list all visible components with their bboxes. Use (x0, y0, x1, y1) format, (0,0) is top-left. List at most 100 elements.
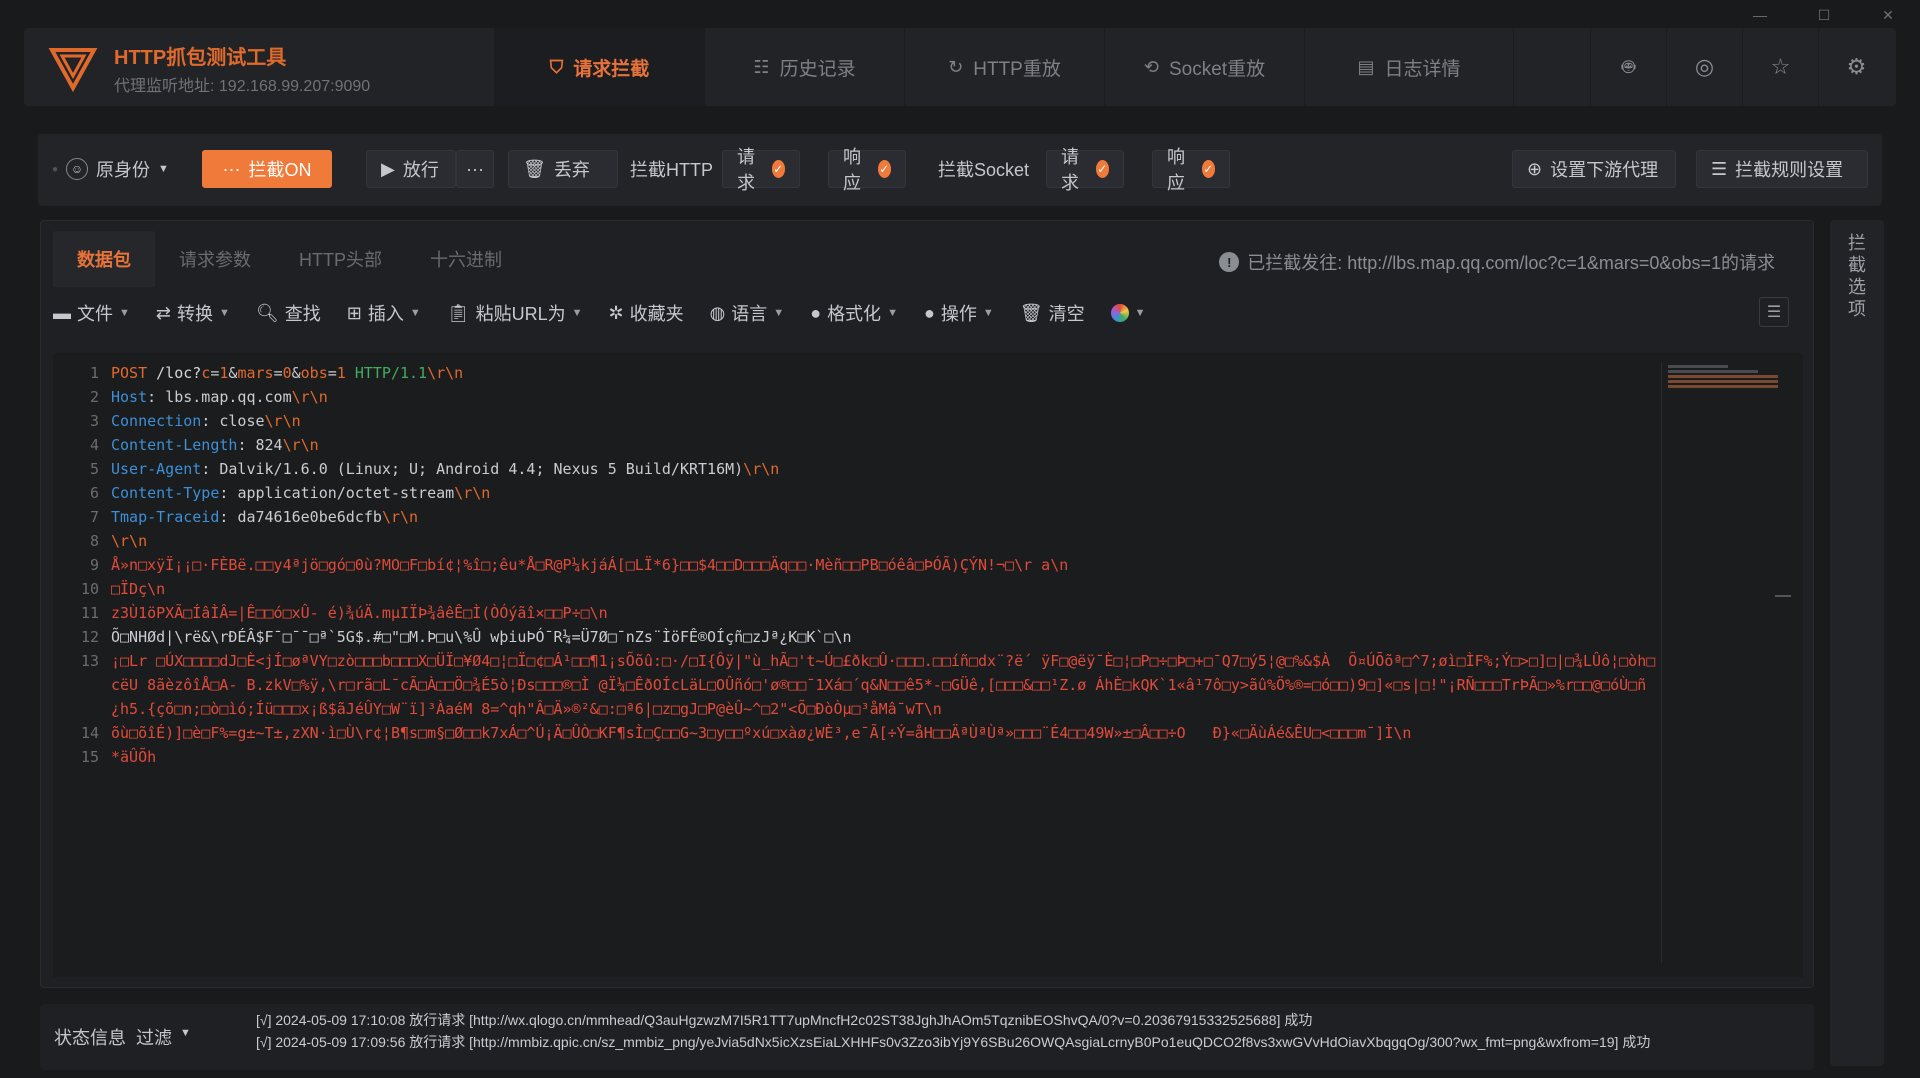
packet-panel: 数据包 请求参数 HTTP头部 十六进制 ! 已拦截发往: http://lbs… (40, 220, 1814, 988)
find-button[interactable]: 🔍︎ 查找 (256, 300, 321, 326)
insert-menu[interactable]: ⊞ 插入 ▼ (347, 300, 421, 326)
chevron-down-icon: ▼ (180, 1027, 191, 1039)
intercept-on-button[interactable]: ··· 拦截ON (202, 150, 332, 188)
file-menu[interactable]: ▬ 文件 ▼ (53, 300, 130, 326)
intercept-http-label: 拦截HTTP (630, 160, 713, 180)
tab-history[interactable]: ☷ 历史记录 (704, 28, 904, 106)
identity-select[interactable]: ● ☺ 原身份 ▼ (52, 150, 169, 188)
close-icon[interactable]: ✕ (1856, 0, 1920, 30)
code-line: 11 z3Ù1öPXÃ□ÍâÌÂ=|Ê□□ó□xÛ- é)¾úÄ.mµIÏÞ¾âê… (80, 604, 608, 622)
status-panel: 状态信息 过滤 ▼ [√] 2024-05-09 17:10:08 放行请求 [h… (40, 1004, 1814, 1070)
chevron-down-icon: ▼ (982, 307, 994, 319)
code-line: 13 ¡□Lr □ÚX□□□□dJ□È<jÍ□øªVY□zò□□□b□□□X□ÜÏ… (80, 652, 1656, 718)
convert-menu[interactable]: ⇄ 转换 ▼ (156, 300, 230, 326)
language-menu[interactable]: ◍ 语言 ▼ (710, 300, 785, 326)
code-minimap[interactable] (1661, 363, 1791, 963)
code-editor[interactable]: 1 POST /loc?c=1&mars=0&obs=1 HTTP/1.1\r\n… (53, 353, 1803, 977)
drag-dot-icon: ● (52, 163, 59, 175)
code-line: 7 Tmap-Traceid: da74616e0be6dcfb\r\n (89, 508, 419, 526)
play-icon: ▶ (381, 158, 395, 179)
paste-url-menu[interactable]: 📋︎ 粘贴URL为 ▼ (447, 300, 583, 326)
convert-icon: ⇄ (155, 302, 171, 323)
trash-icon: 🗑︎ (523, 158, 546, 179)
check-icon: ✓ (1095, 160, 1109, 178)
tab-http-replay[interactable]: ↻ HTTP重放 (904, 28, 1104, 106)
release-button[interactable]: ▶ 放行 (366, 150, 456, 188)
tab-hex[interactable]: 十六进制 (406, 231, 526, 287)
log-entry: [√] 2024-05-09 17:10:08 放行请求 [http://wx.… (256, 1012, 1313, 1028)
search-icon: 🔍︎ (255, 302, 279, 323)
operate-menu[interactable]: ● 操作 ▼ (924, 300, 994, 326)
code-line: 3 Connection: close\r\n (89, 412, 301, 430)
chevron-down-icon: ▼ (773, 307, 785, 319)
paste-icon: 📋︎ (446, 302, 470, 323)
info-icon: ! (1219, 252, 1240, 272)
http-response-toggle[interactable]: 响应 ✓ (828, 147, 906, 193)
code-line: 4 Content-Length: 824\r\n (89, 436, 319, 454)
http-request-toggle[interactable]: 请求 ✓ (722, 147, 800, 193)
tab-request-intercept[interactable]: ⛉ 请求拦截 (494, 28, 704, 106)
tab-packet[interactable]: 数据包 (53, 231, 155, 287)
code-line: 12 Õ□NHØd|\rë&\rÐÉÂ$F¯□¯¯□ª`5G$.#□"□M.Þ□u… (80, 628, 852, 646)
check-icon: ✓ (877, 160, 891, 178)
dots-icon: ··· (222, 158, 241, 179)
settings-icon[interactable]: ⚙ (1818, 28, 1894, 106)
code-line: 9 Å»n□xÿÏ¡¡□·FÈBë.□□y4ªjö□gó□0ù?MO□F□bí¢¦… (89, 556, 1069, 574)
user-icon: ☺ (66, 158, 89, 180)
tab-request-params[interactable]: 请求参数 (155, 231, 275, 287)
intercept-options-panel[interactable]: 拦截选项 (1830, 220, 1884, 1066)
top-bar: HTTP抓包测试工具 代理监听地址: 192.168.99.207:9090 ⛉… (24, 28, 1896, 106)
downstream-proxy-button[interactable]: ⊕ 设置下游代理 (1512, 150, 1676, 188)
format-menu[interactable]: ● 格式化 ▼ (810, 300, 898, 326)
code-lines: 1 POST /loc?c=1&mars=0&obs=1 HTTP/1.1\r\n… (53, 361, 1663, 769)
log-entry: [√] 2024-05-09 17:09:56 放行请求 [http://mmb… (256, 1034, 1651, 1050)
format-icon: ● (810, 302, 822, 323)
globe-icon: ◍ (709, 302, 726, 323)
code-line: 8 \r\n (89, 532, 148, 550)
scrollbar-thumb[interactable] (1775, 595, 1791, 597)
intercept-notice: ! 已拦截发往: http://lbs.map.qq.com/loc?c=1&m… (1219, 249, 1775, 275)
replay-icon: ↻ (948, 56, 964, 77)
maximize-icon[interactable]: ☐ (1792, 0, 1856, 30)
star-icon[interactable]: ☆ (1742, 28, 1818, 106)
insert-icon: ⊞ (346, 302, 362, 323)
trash-icon: 🗑︎ (1019, 302, 1043, 323)
app-logo-icon (48, 48, 98, 92)
code-line: 10 □ÏDç\n (80, 580, 166, 598)
check-icon: ✓ (771, 160, 785, 178)
favorites-button[interactable]: ✲ 收藏夹 (608, 300, 683, 326)
intercept-socket-label: 拦截Socket (938, 160, 1030, 180)
code-line: 2 Host: lbs.map.qq.com\r\n (89, 388, 328, 406)
release-more-button[interactable]: ··· (456, 150, 494, 188)
socket-response-toggle[interactable]: 响应 ✓ (1152, 147, 1230, 193)
robot-icon[interactable]: 🤖︎ (1590, 28, 1666, 106)
editor-settings-icon[interactable]: ☰ (1759, 297, 1789, 327)
theme-menu[interactable]: ▼ (1110, 304, 1146, 322)
history-icon: ☷ (753, 56, 770, 77)
sliders-icon: ☰ (1711, 158, 1728, 179)
chevron-down-icon: ▼ (158, 163, 169, 175)
plus-circle-icon: ⊕ (1527, 158, 1543, 179)
minimize-icon[interactable]: — (1728, 0, 1792, 30)
tab-socket-replay[interactable]: ⟲ Socket重放 (1104, 28, 1304, 106)
chevron-down-icon: ▼ (1134, 307, 1146, 319)
log-icon: ▤ (1357, 56, 1375, 77)
chevron-down-icon: ▼ (571, 307, 583, 319)
chevron-down-icon: ▼ (409, 307, 421, 319)
github-icon[interactable]: ◎ (1666, 28, 1742, 106)
clear-button[interactable]: 🗑︎ 清空 (1020, 300, 1085, 326)
intercept-icon: ⛉ (549, 56, 564, 77)
filter-menu[interactable]: 过滤 ▼ (136, 1024, 191, 1050)
color-theme-icon (1110, 304, 1129, 322)
proxy-address: 代理监听地址: 192.168.99.207:9090 (114, 78, 371, 95)
code-line: 6 Content-Type: application/octet-stream\… (89, 484, 491, 502)
tab-log-detail[interactable]: ▤ 日志详情 (1304, 28, 1514, 106)
chevron-down-icon: ▼ (218, 307, 230, 319)
socket-request-toggle[interactable]: 请求 ✓ (1046, 147, 1124, 193)
socket-replay-icon: ⟲ (1143, 56, 1159, 77)
check-icon: ✓ (1201, 160, 1215, 178)
discard-button[interactable]: 🗑︎ 丢弃 (508, 150, 618, 188)
tab-http-headers[interactable]: HTTP头部 (275, 231, 406, 287)
intercept-rules-button[interactable]: ☰ 拦截规则设置 (1696, 150, 1868, 188)
status-info-label: 状态信息 (54, 1028, 126, 1048)
